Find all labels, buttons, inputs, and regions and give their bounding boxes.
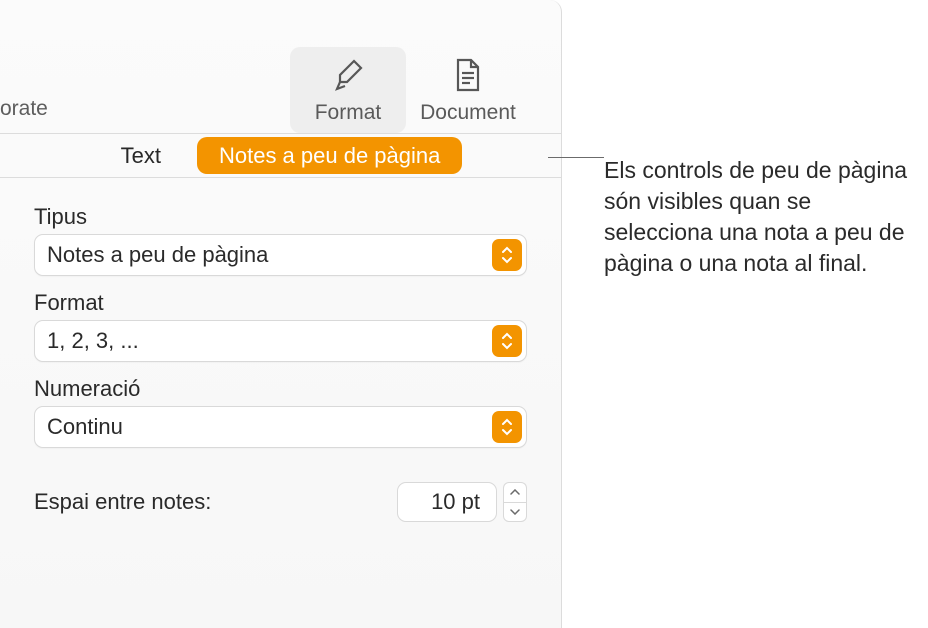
paintbrush-icon [328,55,368,95]
inspector-tabs: Text Notes a peu de pàgina [0,133,561,178]
numbering-value: Continu [47,414,514,440]
callout-leader-line [548,157,604,158]
stepper-down[interactable] [503,502,527,523]
chevron-updown-icon [492,325,522,357]
format-value: 1, 2, 3, ... [47,328,514,354]
format-group: Format 1, 2, 3, ... [34,290,527,362]
numbering-label: Numeració [34,376,527,402]
toolbar-group: Format Document [290,47,526,133]
callout-text: Els controls de peu de pàgina són visibl… [604,155,914,279]
tab-footnotes[interactable]: Notes a peu de pàgina [197,137,462,174]
chevron-updown-icon [492,411,522,443]
type-select[interactable]: Notes a peu de pàgina [34,234,527,276]
type-value: Notes a peu de pàgina [47,242,514,268]
spacing-stepper [397,482,527,522]
spacing-input[interactable] [397,482,497,522]
format-select[interactable]: 1, 2, 3, ... [34,320,527,362]
document-button-label: Document [420,101,516,125]
format-button-label: Format [315,101,382,125]
toolbar-item-collaborate-partial[interactable]: orate [0,97,48,121]
spacing-label: Espai entre notes: [34,489,211,515]
format-button[interactable]: Format [290,47,406,133]
stepper-up[interactable] [503,482,527,502]
document-button[interactable]: Document [410,47,526,133]
type-group: Tipus Notes a peu de pàgina [34,204,527,276]
tab-text[interactable]: Text [99,137,183,174]
document-icon [448,55,488,95]
footnote-settings: Tipus Notes a peu de pàgina Format 1, 2,… [0,178,561,522]
toolbar: orate Format [0,0,561,133]
spacing-row: Espai entre notes: [34,482,527,522]
type-label: Tipus [34,204,527,230]
inspector-panel: orate Format [0,0,562,628]
chevron-updown-icon [492,239,522,271]
numbering-group: Numeració Continu [34,376,527,448]
format-label: Format [34,290,527,316]
numbering-select[interactable]: Continu [34,406,527,448]
